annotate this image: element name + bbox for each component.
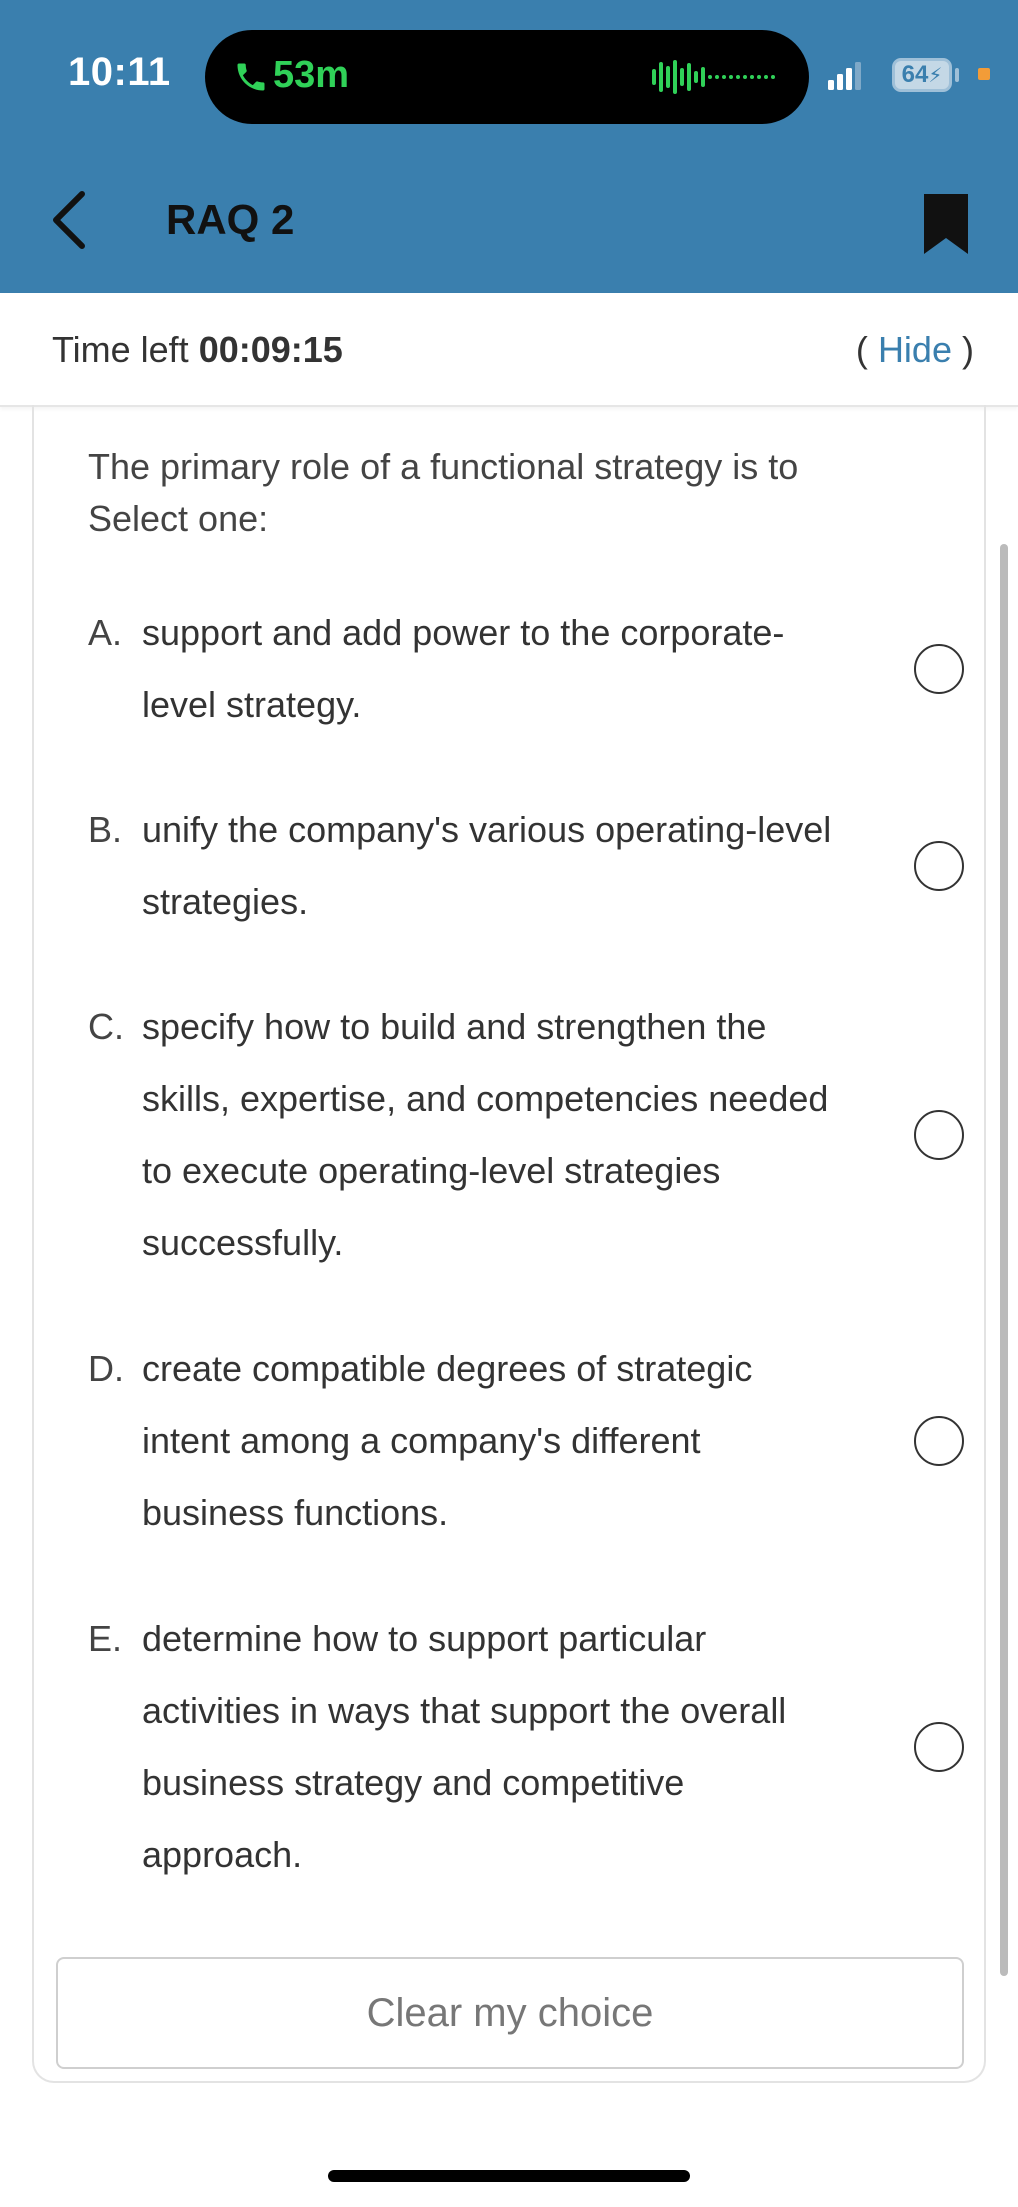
option-text: determine how to support particular acti… — [142, 1618, 787, 1875]
question-instruction: Select one: — [88, 498, 269, 539]
radio-option-a[interactable] — [914, 644, 964, 694]
status-time: 10:11 — [68, 50, 171, 94]
cellular-signal-icon — [828, 62, 861, 90]
hide-close-paren: ) — [962, 329, 974, 370]
option-letter: B. — [88, 809, 123, 850]
radio-option-c[interactable] — [914, 1110, 964, 1160]
app-header: 10:11 53m 64⚡ RAQ 2 — [0, 0, 1018, 293]
option-letter: A. — [88, 612, 123, 653]
answer-option-c[interactable]: C. specify how to build and strengthen t… — [88, 991, 968, 1279]
question-text: The primary role of a functional strateg… — [88, 441, 928, 545]
answer-option-b[interactable]: B. unify the company's various operating… — [88, 794, 968, 938]
back-arrow-icon[interactable] — [46, 188, 92, 252]
page-title: RAQ 2 — [166, 196, 295, 243]
hide-open-paren: ( — [855, 329, 868, 370]
radio-option-e[interactable] — [914, 1722, 964, 1772]
question-card: The primary role of a functional strateg… — [32, 405, 986, 2083]
bookmark-icon[interactable] — [922, 192, 970, 256]
option-text: support and add power to the corporate-l… — [142, 612, 785, 725]
time-left: Time left 00:09:15 — [52, 329, 343, 371]
home-indicator[interactable] — [328, 2170, 690, 2182]
option-letter: E. — [88, 1618, 123, 1659]
clear-choice-button[interactable]: Clear my choice — [56, 1957, 964, 2069]
answer-option-a[interactable]: A. support and add power to the corporat… — [88, 597, 968, 741]
time-left-value: 00:09:15 — [198, 329, 343, 370]
call-duration: 53m — [273, 54, 350, 96]
battery-level: 64⚡ — [901, 61, 943, 88]
option-text: specify how to build and strengthen the … — [142, 1006, 829, 1263]
battery-cap — [955, 68, 959, 82]
radio-option-d[interactable] — [914, 1416, 964, 1466]
hide-timer-control: ( Hide ) — [856, 329, 974, 371]
timer-bar: Time left 00:09:15 ( Hide ) — [0, 293, 1018, 407]
phone-icon — [237, 63, 265, 91]
audio-wave-icon — [652, 60, 775, 94]
question-prompt: The primary role of a functional strateg… — [88, 446, 799, 487]
hide-timer-link[interactable]: Hide — [878, 329, 952, 370]
battery-icon: 64⚡ — [892, 58, 952, 92]
option-text: create compatible degrees of strategic i… — [142, 1348, 753, 1533]
dynamic-island-call[interactable]: 53m — [205, 30, 809, 124]
scrollbar[interactable] — [1000, 544, 1008, 1976]
option-letter: C. — [88, 1006, 124, 1047]
option-letter: D. — [88, 1348, 124, 1389]
option-text: unify the company's various operating-le… — [142, 809, 832, 922]
radio-option-b[interactable] — [914, 841, 964, 891]
answer-option-d[interactable]: D. create compatible degrees of strategi… — [88, 1333, 968, 1549]
privacy-indicator-dot — [978, 68, 990, 80]
answer-option-e[interactable]: E. determine how to support particular a… — [88, 1603, 968, 1891]
time-left-label: Time left — [52, 329, 189, 370]
